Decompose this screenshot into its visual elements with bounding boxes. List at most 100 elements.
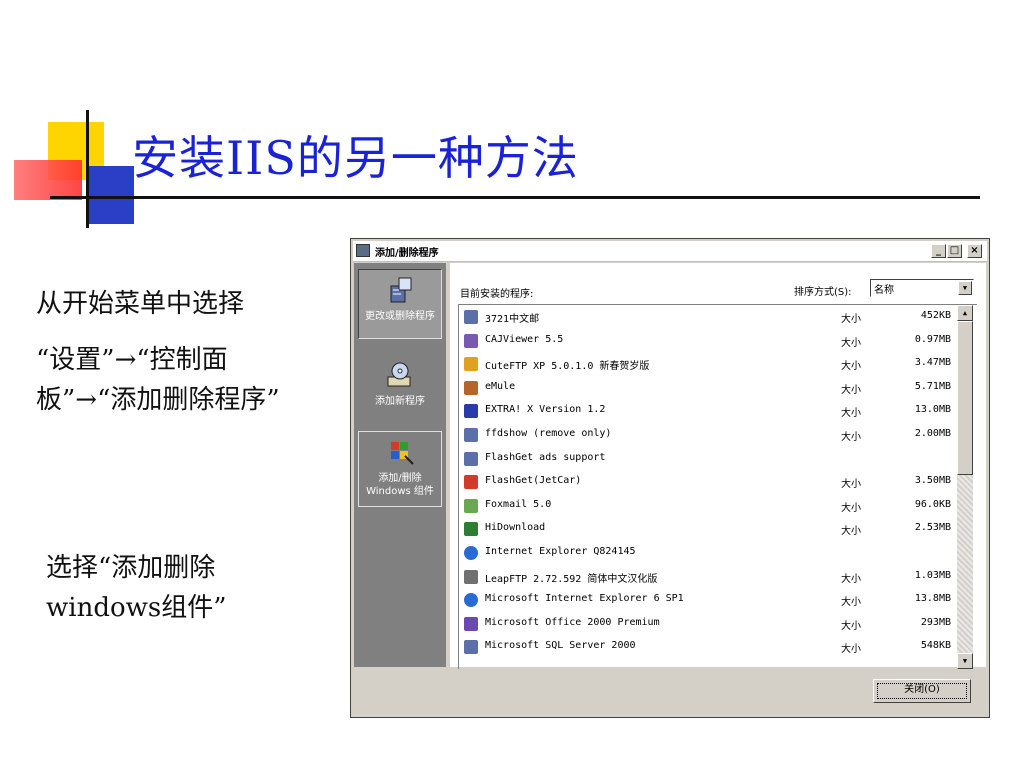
instruction-text-2: “设置”→“控制面板”→“添加删除程序” (36, 345, 280, 415)
program-icon (464, 451, 478, 466)
slide-title: 安装IIS的另一种方法 (132, 131, 579, 185)
minimize-button[interactable]: _ (931, 244, 946, 258)
program-name: Internet Explorer Q824145 (485, 545, 636, 557)
program-size: 13.8MB (914, 593, 951, 605)
program-size: 452KB (920, 310, 951, 321)
size-label: 大小 (841, 526, 861, 538)
list-item[interactable]: 3721中文邮 大小 452KB (459, 305, 977, 329)
instruction-text-1: 从开始菜单中选择 (36, 289, 245, 319)
scrollbar-thumb[interactable] (957, 321, 973, 475)
add-cd-icon (387, 362, 411, 387)
size-label: 大小 (841, 431, 861, 443)
program-icon (464, 310, 478, 324)
size-label: 大小 (841, 597, 861, 609)
list-item[interactable]: EXTRA! X Version 1.2 大小 13.0MB (459, 399, 977, 423)
program-name: Microsoft Office 2000 Premium (485, 616, 660, 628)
program-name: FlashGet ads support (485, 451, 606, 463)
list-scrollbar[interactable]: ▲ ▼ (957, 305, 973, 669)
program-icon (464, 616, 478, 631)
list-item[interactable]: eMule 大小 5.71MB (459, 376, 977, 400)
program-name: eMule (485, 380, 516, 392)
list-item[interactable]: Microsoft SQL Server 2000 大小 548KB (459, 635, 977, 659)
window-title: 添加/删除程序 (375, 248, 439, 259)
program-icon (464, 357, 478, 372)
size-label: 大小 (841, 337, 861, 349)
cd-install-icon (390, 277, 412, 303)
program-icon (464, 498, 478, 513)
program-name: HiDownload (485, 522, 546, 534)
program-size: 293MB (920, 616, 951, 628)
decor-horizontal-line (50, 196, 980, 199)
program-name: LeapFTP 2.72.592 简体中文汉化版 (485, 573, 658, 585)
list-item[interactable]: HiDownload 大小 2.53MB (459, 517, 977, 541)
add-remove-programs-window: 添加/删除程序 _ □ × 更改或删除程序 添加新程序 添加/删除 Window… (350, 238, 990, 718)
sidebar-item-label: 添加新程序 (375, 396, 425, 407)
list-item[interactable]: Internet Explorer Q824145 (459, 541, 977, 565)
program-size: 548KB (920, 640, 951, 652)
size-label: 大小 (841, 502, 861, 514)
program-size: 3.50MB (914, 475, 951, 487)
list-item[interactable]: Microsoft Office 2000 Premium 大小 293MB (459, 612, 977, 636)
sort-select-value: 名称 (874, 285, 894, 296)
program-icon (464, 380, 478, 395)
windows-components-icon (391, 442, 414, 465)
program-icon (464, 545, 478, 560)
program-name: 3721中文邮 (485, 314, 540, 325)
window-titlebar[interactable]: 添加/删除程序 _ □ × (353, 241, 987, 262)
scroll-down-icon[interactable]: ▼ (957, 653, 973, 669)
program-icon (464, 569, 478, 584)
list-item[interactable]: FlashGet(JetCar) 大小 3.50MB (459, 470, 977, 494)
list-item[interactable]: CuteFTP XP 5.0.1.0 新春贺岁版 大小 3.47MB (459, 352, 977, 376)
program-name: Foxmail 5.0 (485, 498, 552, 510)
chevron-down-icon[interactable]: ▼ (958, 281, 972, 295)
programs-panel: 目前安装的程序: 排序方式(S): 名称 ▼ 3721中文邮 大小 452KB CA… (450, 263, 986, 669)
size-label: 大小 (841, 573, 861, 585)
size-label: 大小 (841, 361, 861, 373)
sidebar: 更改或删除程序 添加新程序 添加/删除 Windows 组件 (354, 263, 446, 667)
list-item[interactable]: Foxmail 5.0 大小 96.0KB (459, 494, 977, 518)
sidebar-item-label: 更改或删除程序 (365, 311, 435, 322)
scroll-up-icon[interactable]: ▲ (957, 305, 973, 321)
size-label: 大小 (841, 314, 861, 325)
program-name: Microsoft SQL Server 2000 (485, 640, 636, 652)
program-size: 3.47MB (914, 357, 951, 369)
program-icon (464, 522, 478, 537)
sidebar-item-windows-components[interactable]: 添加/删除 Windows 组件 (358, 431, 442, 507)
instruction-text-3: 选择“添加删除windows组件” (46, 553, 227, 623)
program-size: 2.00MB (914, 427, 951, 439)
list-item[interactable]: LeapFTP 2.72.592 简体中文汉化版 大小 1.03MB (459, 565, 977, 589)
decor-vertical-line (86, 110, 89, 228)
sort-label: 排序方式(S): (794, 287, 852, 298)
size-label: 大小 (841, 644, 861, 656)
decor-blue-square (86, 166, 134, 224)
program-name: CAJViewer 5.5 (485, 333, 564, 345)
program-name: Microsoft Internet Explorer 6 SP1 (485, 593, 684, 605)
program-size: 2.53MB (914, 522, 951, 534)
size-label: 大小 (841, 408, 861, 420)
sidebar-item-add-new[interactable]: 添加新程序 (358, 355, 442, 417)
list-item[interactable]: FlashGet ads support (459, 447, 977, 471)
program-size: 1.03MB (914, 569, 951, 581)
programs-list[interactable]: 3721中文邮 大小 452KB CAJViewer 5.5 大小 0.97MB Cut… (458, 304, 977, 669)
sidebar-item-change-remove[interactable]: 更改或删除程序 (358, 269, 442, 339)
program-icon (464, 427, 478, 442)
program-icon (464, 475, 478, 490)
size-label: 大小 (841, 384, 861, 396)
decor-red-bar (14, 160, 82, 200)
size-label: 大小 (841, 620, 861, 632)
list-item[interactable]: ffdshow (remove only) 大小 2.00MB (459, 423, 977, 447)
installed-programs-label: 目前安装的程序: (460, 289, 534, 300)
maximize-button[interactable]: □ (947, 244, 962, 258)
close-window-button[interactable]: × (967, 244, 982, 258)
program-icon (464, 640, 478, 655)
close-button[interactable]: 关闭(O) (873, 679, 971, 703)
program-icon (464, 333, 478, 348)
program-name: ffdshow (remove only) (485, 427, 612, 439)
program-icon (464, 404, 478, 419)
list-item[interactable]: CAJViewer 5.5 大小 0.97MB (459, 329, 977, 353)
program-icon (464, 593, 478, 608)
program-name: EXTRA! X Version 1.2 (485, 404, 606, 416)
sort-select[interactable]: 名称 ▼ (870, 279, 974, 297)
program-size: 5.71MB (914, 380, 951, 392)
list-item[interactable]: Microsoft Internet Explorer 6 SP1 大小 13.8M… (459, 588, 977, 612)
